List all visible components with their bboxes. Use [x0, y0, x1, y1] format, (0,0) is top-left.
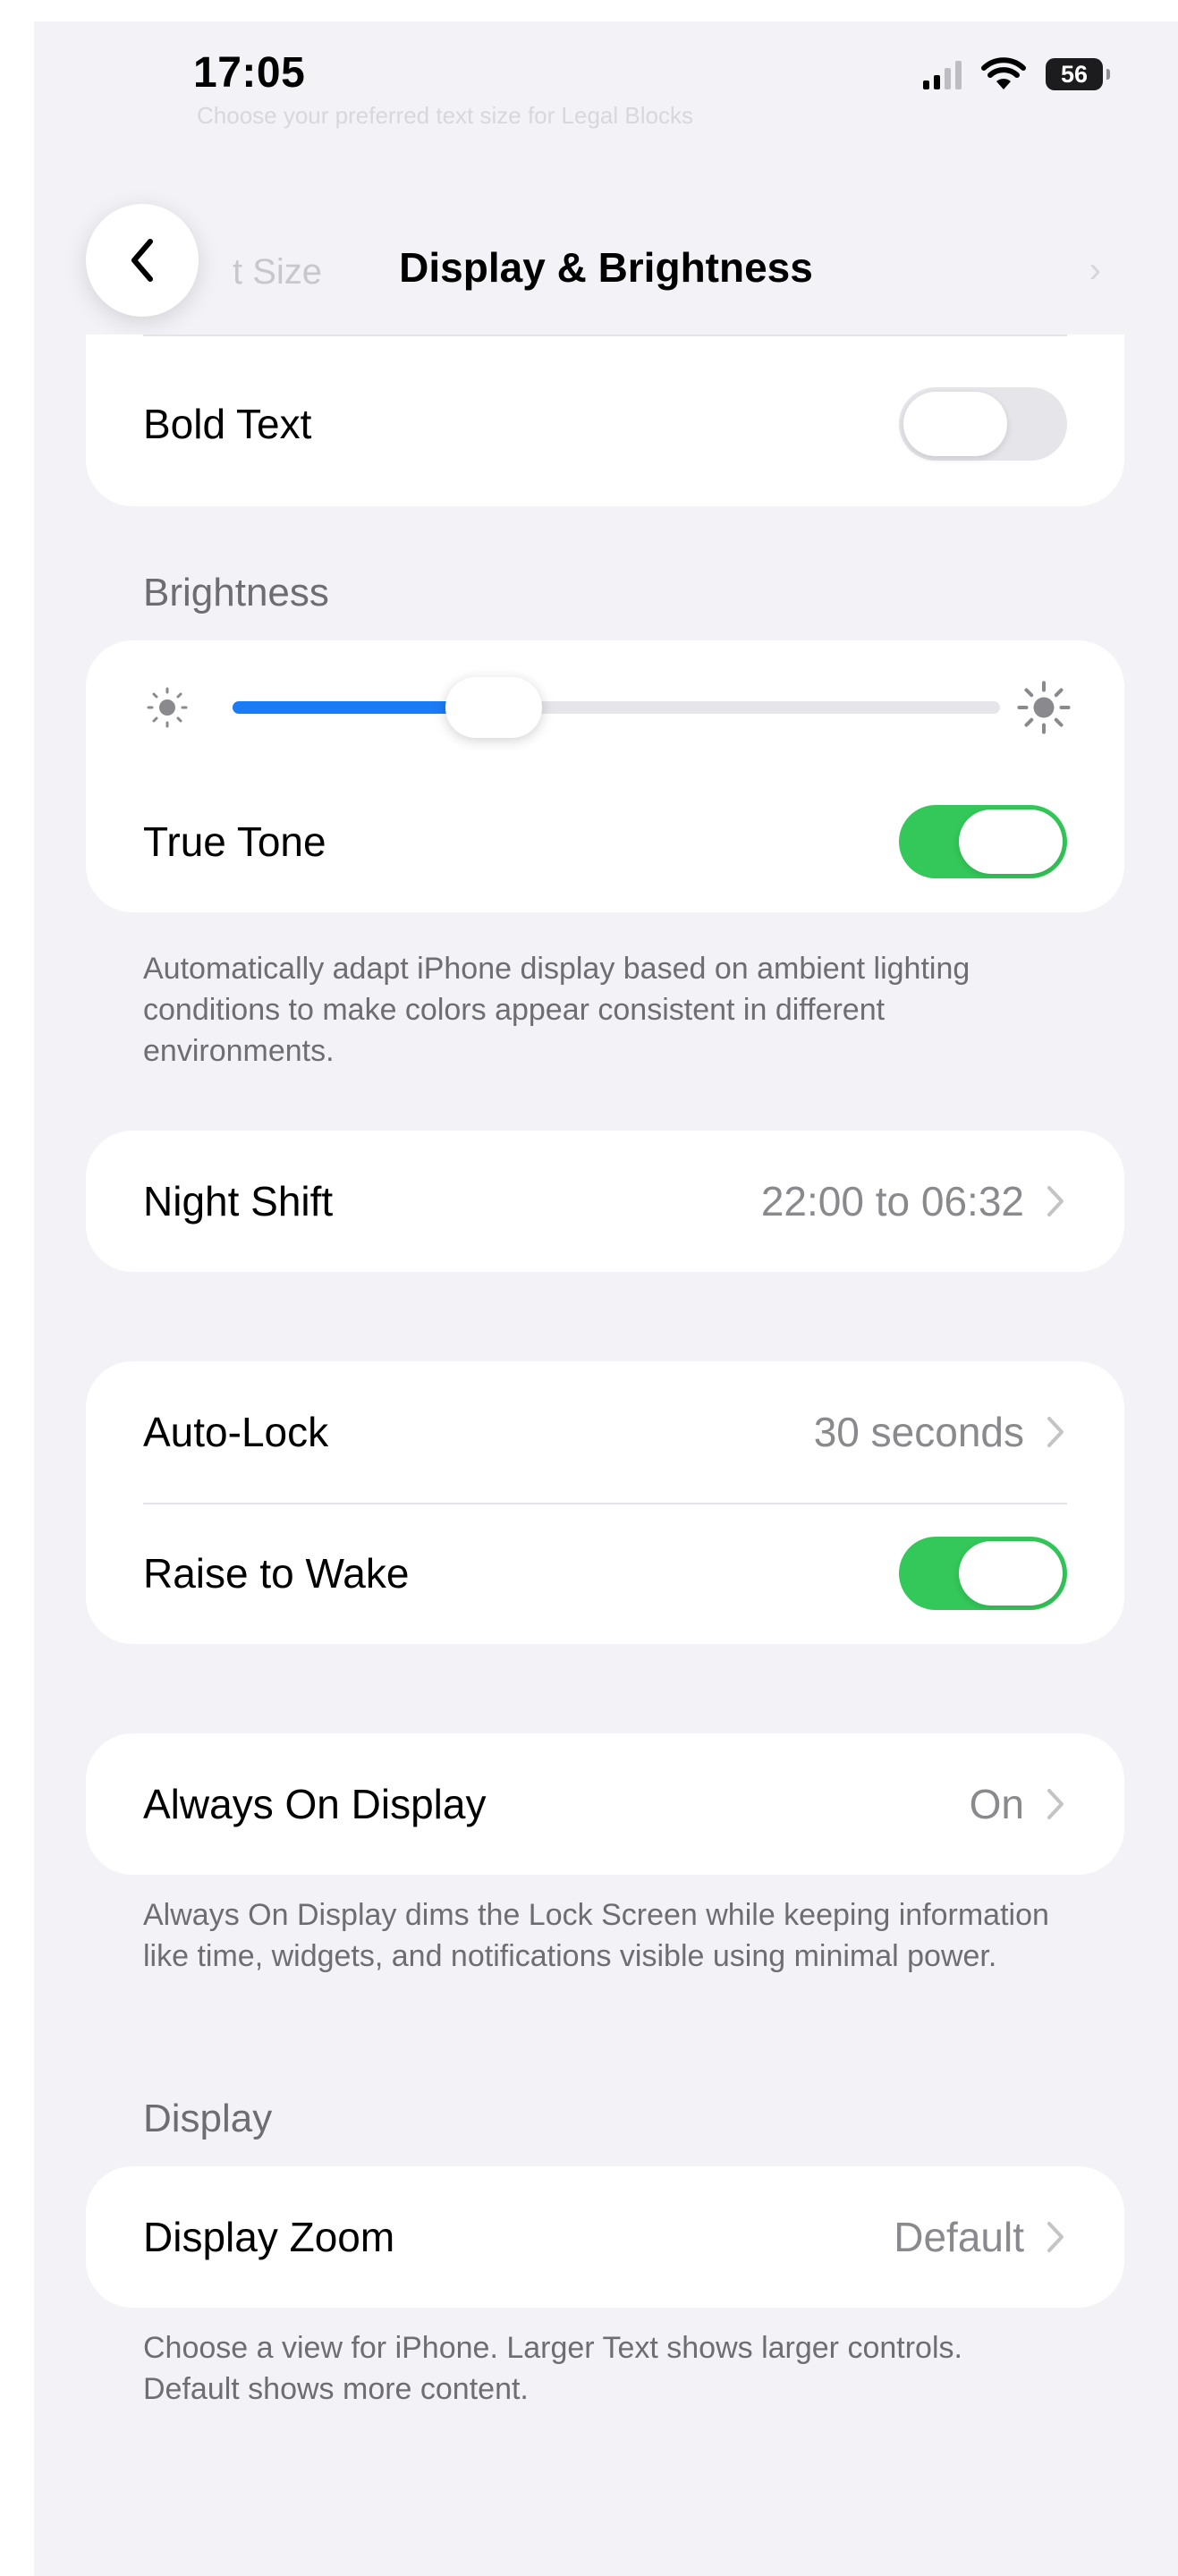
toggle-knob: [959, 1541, 1063, 1606]
true-tone-label: True Tone: [143, 818, 326, 865]
scrolled-ghost-text: Choose your preferred text size for Lega…: [197, 102, 693, 129]
true-tone-row: True Tone: [86, 771, 1124, 912]
brightness-header: Brightness: [143, 571, 329, 614]
night-shift-label: Night Shift: [143, 1178, 334, 1224]
display-header: Display: [143, 2097, 273, 2140]
true-tone-toggle[interactable]: [899, 805, 1067, 878]
always-on-label: Always On Display: [143, 1781, 487, 1827]
brightness-slider-thumb[interactable]: [445, 677, 542, 738]
bold-text-toggle[interactable]: [899, 387, 1067, 461]
lock-card: Auto-Lock 30 seconds Raise to Wake: [86, 1361, 1124, 1644]
true-tone-footer: Automatically adapt iPhone display based…: [143, 952, 970, 1068]
page-title: Display & Brightness: [399, 244, 813, 291]
sun-small-icon: [147, 687, 188, 728]
always-on-card: Always On Display On: [86, 1733, 1124, 1875]
auto-lock-label: Auto-Lock: [143, 1409, 329, 1455]
brightness-slider-row: [86, 640, 1124, 771]
display-zoom-row[interactable]: Display Zoom Default: [86, 2166, 1124, 2308]
night-shift-card: Night Shift 22:00 to 06:32: [86, 1131, 1124, 1272]
chevron-right-icon: [1047, 2222, 1064, 2252]
status-icons: 56: [923, 57, 1110, 91]
display-zoom-label: Display Zoom: [143, 2214, 395, 2260]
battery-icon: 56: [1046, 58, 1110, 90]
night-shift-row[interactable]: Night Shift 22:00 to 06:32: [86, 1131, 1124, 1272]
raise-to-wake-toggle[interactable]: [899, 1537, 1067, 1610]
sun-large-icon: [1017, 681, 1071, 734]
bold-text-card: Bold Text: [86, 335, 1124, 506]
always-on-footer: Always On Display dims the Lock Screen w…: [143, 1898, 1049, 1973]
display-zoom-footer: Choose a view for iPhone. Larger Text sh…: [143, 2331, 962, 2406]
brightness-card: True Tone: [86, 640, 1124, 912]
signal-icon: [923, 59, 962, 89]
chevron-right-icon: [1047, 1789, 1064, 1819]
raise-to-wake-label: Raise to Wake: [143, 1550, 410, 1597]
chevron-right-icon: [1047, 1186, 1064, 1216]
toggle-knob: [959, 809, 1063, 874]
bold-text-label: Bold Text: [143, 401, 312, 447]
wifi-icon: [981, 57, 1026, 89]
auto-lock-value: 30 seconds: [813, 1409, 1024, 1455]
settings-screen: Choose your preferred text size for Lega…: [34, 21, 1178, 2576]
status-time: 17:05: [193, 49, 306, 97]
toggle-knob: [903, 392, 1007, 456]
brightness-slider[interactable]: [233, 677, 1000, 738]
auto-lock-row[interactable]: Auto-Lock 30 seconds: [86, 1361, 1124, 1503]
display-card: Display Zoom Default: [86, 2166, 1124, 2308]
chevron-right-icon: [1047, 1417, 1064, 1447]
always-on-row[interactable]: Always On Display On: [86, 1733, 1124, 1875]
always-on-value: On: [969, 1781, 1024, 1827]
display-zoom-value: Default: [894, 2214, 1024, 2260]
bold-text-row: Bold Text: [86, 335, 1124, 506]
night-shift-value: 22:00 to 06:32: [760, 1178, 1024, 1224]
raise-to-wake-row: Raise to Wake: [86, 1503, 1124, 1644]
